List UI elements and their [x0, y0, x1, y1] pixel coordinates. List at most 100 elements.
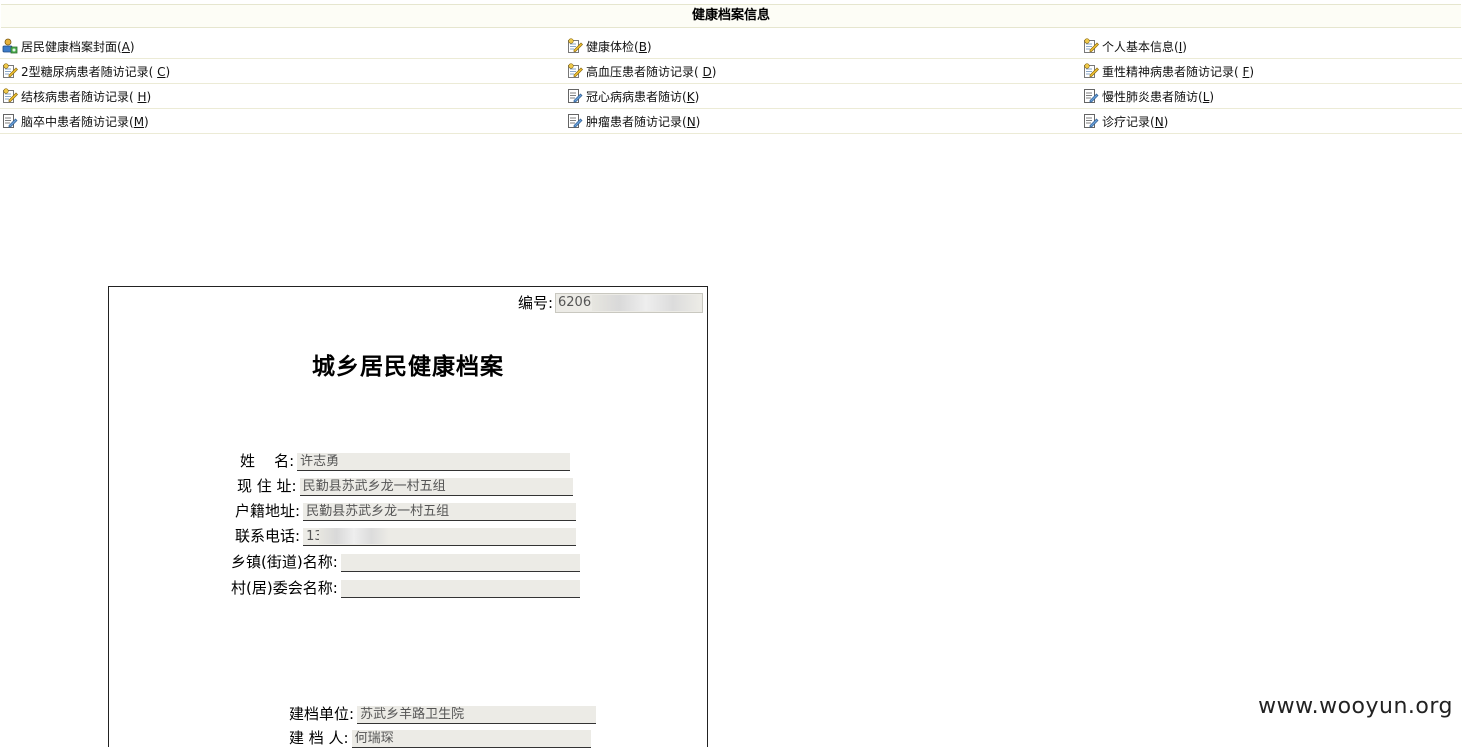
- menu-item-accesskey: N: [1154, 114, 1164, 129]
- cover-icon: [2, 38, 18, 54]
- page-header: 健康档案信息: [1, 4, 1461, 28]
- creator-value: 何瑞琛: [354, 731, 394, 746]
- menu-item-link[interactable]: 结核病患者随访记录( H): [21, 88, 151, 105]
- edit-doc-icon: [567, 88, 583, 104]
- record-number-label: 编号:: [517, 294, 553, 312]
- menu-item-label: 结核病患者随访记录(: [21, 89, 138, 104]
- menu-item[interactable]: 重性精神病患者随访记录( F): [1083, 59, 1254, 83]
- menu-item-close-paren: ): [695, 114, 701, 129]
- menu-item-close-paren: ): [1249, 64, 1255, 79]
- edit-doc-icon: [1083, 88, 1099, 104]
- menu-item-close-paren: ): [646, 39, 652, 54]
- phone-row: 联系电话: 13: [235, 525, 577, 546]
- menu-item-link[interactable]: 健康体检(B): [586, 38, 652, 55]
- menu-item-label: 健康体检(: [586, 39, 639, 54]
- menu-row: 脑卒中患者随访记录(M) 肿瘤患者随访记录(N) 诊疗记录(N): [0, 109, 1462, 134]
- phone-field[interactable]: 13: [303, 528, 577, 546]
- menu-item-close-paren: ): [711, 64, 717, 79]
- name-value: 许志勇: [300, 454, 340, 469]
- menu-item-label: 肿瘤患者随访记录(: [586, 114, 687, 129]
- phone-label: 联系电话:: [235, 527, 301, 545]
- menu-item-label: 2型糖尿病患者随访记录(: [21, 64, 158, 79]
- menu-item[interactable]: 居民健康档案封面(A): [2, 34, 135, 58]
- creator-label: 建 档 人:: [289, 729, 349, 747]
- menu-item-link[interactable]: 高血压患者随访记录( D): [586, 63, 716, 80]
- name-field[interactable]: 许志勇: [297, 453, 571, 471]
- menu-item-link[interactable]: 居民健康档案封面(A): [21, 38, 135, 55]
- edit-pencil-icon: [2, 88, 18, 104]
- menu-item[interactable]: 高血压患者随访记录( D): [567, 59, 716, 83]
- redaction-blur: [319, 528, 390, 544]
- edit-doc-icon: [567, 113, 583, 129]
- edit-pencil-icon: [2, 63, 18, 79]
- menu-item-link[interactable]: 冠心病病患者随访(K): [586, 88, 699, 105]
- unit-label: 建档单位:: [289, 705, 355, 723]
- menu-item-close-paren: ): [1163, 114, 1169, 129]
- town-field[interactable]: [340, 554, 580, 572]
- menu-item-link[interactable]: 诊疗记录(N): [1102, 113, 1168, 130]
- menu-item[interactable]: 肿瘤患者随访记录(N): [567, 109, 700, 133]
- creator-field[interactable]: 何瑞琛: [351, 730, 591, 748]
- menu-item-close-paren: ): [129, 39, 135, 54]
- menu-item-label: 重性精神病患者随访记录(: [1102, 64, 1243, 79]
- menu-item-link[interactable]: 2型糖尿病患者随访记录( C): [21, 63, 170, 80]
- menu-item-accesskey: B: [638, 39, 647, 54]
- menu-item-label: 脑卒中患者随访记录(: [21, 114, 134, 129]
- menu-item-label: 高血压患者随访记录(: [586, 64, 703, 79]
- menu-item-link[interactable]: 个人基本信息(I): [1102, 38, 1187, 55]
- menu-row: 居民健康档案封面(A) 健康体检(B) 个人基本信息(I): [0, 34, 1462, 59]
- address-row: 现 住 址: 民勤县苏武乡龙一村五组: [237, 475, 573, 496]
- menu-item-accesskey: N: [686, 114, 696, 129]
- household-label: 户籍地址:: [235, 502, 301, 520]
- menu-item-accesskey: M: [133, 114, 145, 129]
- menu-item-link[interactable]: 慢性肺炎患者随访(L): [1102, 88, 1214, 105]
- menu-item-close-paren: ): [694, 89, 700, 104]
- menu-item-link[interactable]: 脑卒中患者随访记录(M): [21, 113, 149, 130]
- menu-row: 2型糖尿病患者随访记录( C) 高血压患者随访记录( D) 重性精神病患者随访记录(…: [0, 59, 1462, 84]
- town-row: 乡镇(街道)名称:: [231, 551, 580, 572]
- record-number-field[interactable]: 62062: [555, 292, 703, 313]
- name-row: 姓 名: 许志勇: [240, 450, 571, 471]
- menu-item-close-paren: ): [1209, 89, 1215, 104]
- unit-field[interactable]: 苏武乡羊路卫生院: [357, 706, 597, 724]
- edit-doc-icon: [1083, 113, 1099, 129]
- health-record-cover: 编号: 62062 城乡居民健康档案 姓 名: 许志勇 现 住 址: 民勤县苏武…: [108, 286, 708, 748]
- menu-item[interactable]: 2型糖尿病患者随访记录( C): [2, 59, 170, 83]
- town-label: 乡镇(街道)名称:: [231, 553, 338, 571]
- menu-item-label: 居民健康档案封面(: [21, 39, 122, 54]
- menu-item-label: 冠心病病患者随访(: [586, 89, 687, 104]
- menu-item-close-paren: ): [146, 89, 152, 104]
- redaction-blur: [592, 294, 700, 311]
- menu-item[interactable]: 脑卒中患者随访记录(M): [2, 109, 149, 133]
- menu-item-label: 慢性肺炎患者随访(: [1102, 89, 1203, 104]
- unit-row: 建档单位: 苏武乡羊路卫生院: [289, 703, 597, 724]
- menu-item[interactable]: 结核病患者随访记录( H): [2, 84, 151, 108]
- menu-item-link[interactable]: 肿瘤患者随访记录(N): [586, 113, 700, 130]
- archive-menu: 居民健康档案封面(A) 健康体检(B) 个人基本信息(I) 2型糖尿病患者随访记录( …: [0, 34, 1462, 134]
- menu-item-link[interactable]: 重性精神病患者随访记录( F): [1102, 63, 1254, 80]
- household-value: 民勤县苏武乡龙一村五组: [306, 504, 450, 519]
- menu-item-close-paren: ): [144, 114, 149, 129]
- household-row: 户籍地址: 民勤县苏武乡龙一村五组: [235, 500, 577, 521]
- menu-item[interactable]: 慢性肺炎患者随访(L): [1083, 84, 1214, 108]
- menu-item[interactable]: 诊疗记录(N): [1083, 109, 1168, 133]
- creator-row: 建 档 人: 何瑞琛: [289, 727, 591, 748]
- village-field[interactable]: [340, 580, 580, 598]
- document-title: 城乡居民健康档案: [312, 354, 504, 380]
- menu-item-accesskey: C: [157, 64, 166, 79]
- menu-item-accesskey: A: [121, 39, 130, 54]
- address-label: 现 住 址:: [237, 477, 297, 495]
- menu-item[interactable]: 健康体检(B): [567, 34, 652, 58]
- edit-doc-icon: [2, 113, 18, 129]
- menu-item[interactable]: 个人基本信息(I): [1083, 34, 1187, 58]
- edit-pencil-icon: [567, 63, 583, 79]
- address-field[interactable]: 民勤县苏武乡龙一村五组: [299, 478, 573, 496]
- menu-item-accesskey: H: [137, 89, 147, 104]
- watermark: www.wooyun.org: [1258, 694, 1453, 719]
- menu-item[interactable]: 冠心病病患者随访(K): [567, 84, 699, 108]
- household-field[interactable]: 民勤县苏武乡龙一村五组: [303, 503, 577, 521]
- edit-pencil-icon: [1083, 38, 1099, 54]
- address-value: 民勤县苏武乡龙一村五组: [302, 479, 446, 494]
- village-row: 村(居)委会名称:: [231, 577, 580, 598]
- village-label: 村(居)委会名称:: [231, 579, 338, 597]
